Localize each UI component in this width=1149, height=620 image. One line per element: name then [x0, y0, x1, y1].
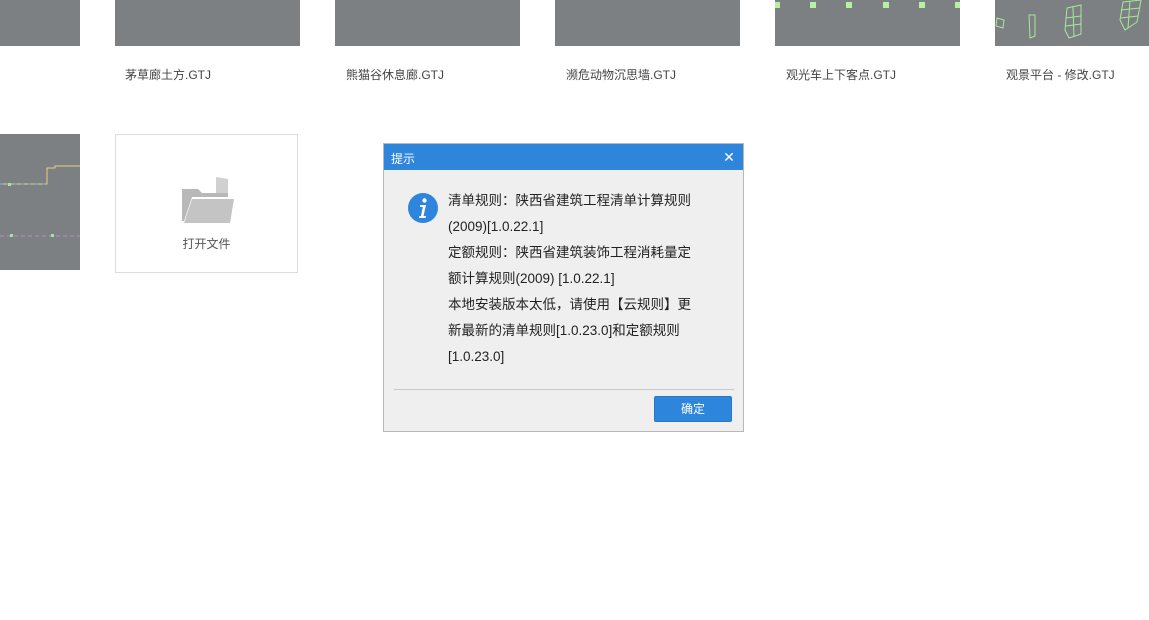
message-line: [1.0.23.0]: [448, 349, 505, 364]
file-name[interactable]: 茅草廊土方.GTJ: [125, 66, 211, 83]
dialog-divider: [394, 389, 734, 390]
message-line: 本地安装版本太低，请使用【云规则】更: [448, 297, 691, 312]
thumbnail-drawing: [775, 2, 960, 8]
message-line: 清单规则：陕西省建筑工程清单计算规则: [448, 193, 691, 208]
prompt-dialog: 提示 ✕ 清单规则：陕西省建筑工程清单计算规则 (2009)[1.0.22.1]…: [383, 143, 744, 432]
file-thumbnail[interactable]: [335, 0, 520, 46]
file-thumbnail[interactable]: [555, 0, 740, 46]
file-thumbnail[interactable]: [115, 0, 300, 46]
open-file-label: 打开文件: [182, 237, 231, 251]
thumbnail-drawing: [0, 165, 80, 237]
file-thumbnail[interactable]: [0, 0, 80, 46]
file-thumbnail[interactable]: [775, 0, 960, 46]
file-name[interactable]: 濒危动物沉思墙.GTJ: [566, 66, 676, 83]
message-line: 定额规则：陕西省建筑装饰工程消耗量定: [448, 245, 691, 260]
file-browser: 茅草廊土方.GTJ 熊猫谷休息廊.GTJ 濒危动物沉思墙.GTJ 观光车上下客点…: [0, 0, 1149, 620]
ok-button[interactable]: 确定: [654, 396, 732, 422]
message-line: (2009)[1.0.22.1]: [448, 219, 544, 234]
dialog-titlebar[interactable]: 提示 ✕: [384, 144, 743, 170]
dialog-message: 清单规则：陕西省建筑工程清单计算规则 (2009)[1.0.22.1] 定额规则…: [448, 188, 710, 370]
folder-icon: [182, 177, 234, 223]
file-name[interactable]: 观景平台 - 修改.GTJ: [1006, 66, 1115, 83]
file-name[interactable]: 观光车上下客点.GTJ: [786, 66, 896, 83]
thumbnail-drawing: [995, 0, 1142, 39]
message-line: 新最新的清单规则[1.0.23.0]和定额规则: [448, 323, 680, 338]
file-thumbnail[interactable]: [995, 0, 1149, 46]
dialog-title: 提示: [391, 152, 416, 166]
message-line: 额计算规则(2009) [1.0.22.1]: [448, 271, 615, 286]
close-icon[interactable]: ✕: [721, 149, 737, 165]
open-file-tile[interactable]: 打开文件: [115, 134, 298, 273]
info-icon: [408, 193, 438, 223]
file-name[interactable]: 熊猫谷休息廊.GTJ: [346, 66, 444, 83]
file-thumbnail[interactable]: [0, 134, 80, 270]
